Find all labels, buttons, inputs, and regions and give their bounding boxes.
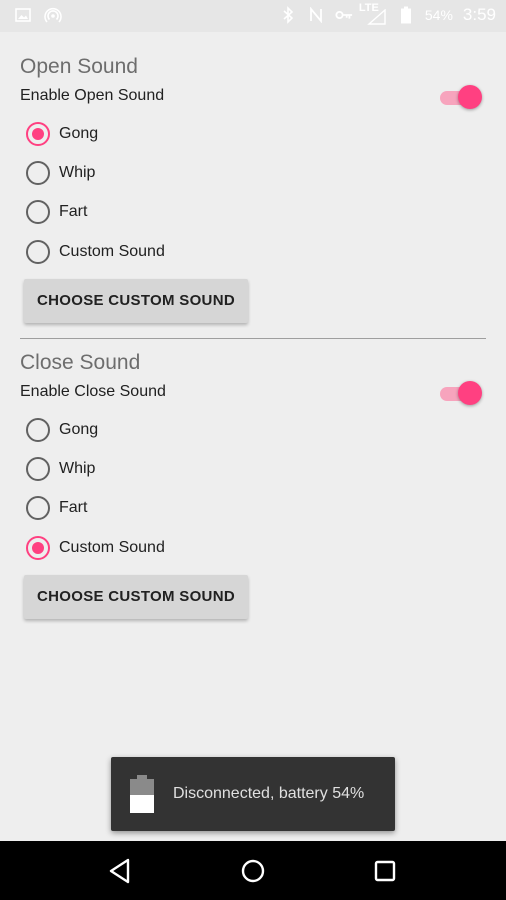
radio-button[interactable]: [26, 496, 50, 520]
radio-label: Fart: [59, 499, 88, 516]
radio-label: Custom Sound: [59, 539, 165, 556]
enable-open-sound-row[interactable]: Enable Open Sound: [0, 83, 506, 113]
back-icon[interactable]: [104, 855, 136, 887]
home-icon[interactable]: [237, 855, 269, 887]
navigation-bar: [0, 841, 506, 900]
open-radio-gong[interactable]: Gong: [26, 120, 98, 148]
close-radio-fart[interactable]: Fart: [26, 494, 87, 522]
enable-close-sound-label: Enable Close Sound: [20, 383, 166, 400]
radio-button-selected[interactable]: [26, 536, 50, 560]
radio-button-selected[interactable]: [26, 122, 50, 146]
radio-button[interactable]: [26, 240, 50, 264]
choose-custom-sound-button-close[interactable]: CHOOSE CUSTOM SOUND: [24, 575, 248, 619]
section-divider: [20, 338, 486, 339]
battery-percent: 54%: [424, 7, 453, 23]
image-icon: [14, 6, 32, 24]
bluetooth-icon: [279, 6, 297, 24]
enable-close-sound-row[interactable]: Enable Close Sound: [0, 379, 506, 409]
enable-open-sound-label: Enable Open Sound: [20, 87, 165, 104]
radio-button[interactable]: [26, 200, 50, 224]
battery-icon: [129, 775, 155, 813]
radio-button[interactable]: [26, 457, 50, 481]
choose-custom-sound-button-open[interactable]: CHOOSE CUSTOM SOUND: [24, 279, 248, 323]
toast-message: Disconnected, battery 54%: [173, 785, 365, 802]
switch-thumb: [458, 381, 482, 405]
signal-icon: LTE: [359, 2, 387, 25]
open-radio-whip[interactable]: Whip: [26, 159, 95, 187]
recents-icon[interactable]: [369, 855, 401, 887]
enable-open-sound-switch[interactable]: [438, 85, 482, 109]
open-radio-fart[interactable]: Fart: [26, 198, 87, 226]
close-radio-whip[interactable]: Whip: [26, 455, 95, 483]
section-title-close-sound: Close Sound: [20, 351, 141, 374]
radio-label: Gong: [59, 125, 99, 142]
radio-label: Gong: [59, 421, 99, 438]
battery-icon: [397, 6, 415, 24]
hotspot-icon: [44, 6, 62, 24]
radio-label: Fart: [59, 203, 88, 220]
nfc-icon: [307, 6, 325, 24]
radio-label: Whip: [59, 460, 96, 477]
enable-close-sound-switch[interactable]: [438, 381, 482, 405]
radio-button[interactable]: [26, 418, 50, 442]
radio-label: Whip: [59, 164, 96, 181]
vpn-key-icon: [335, 6, 353, 24]
close-radio-gong[interactable]: Gong: [26, 416, 98, 444]
open-radio-custom-sound[interactable]: Custom Sound: [26, 238, 165, 266]
clock: 3:59: [462, 5, 496, 24]
radio-label: Custom Sound: [59, 243, 165, 260]
switch-thumb: [458, 85, 482, 109]
toast-notification: Disconnected, battery 54%: [111, 757, 395, 831]
status-bar: LTE 54% 3:59: [0, 0, 506, 32]
radio-button[interactable]: [26, 161, 50, 185]
close-radio-custom-sound[interactable]: Custom Sound: [26, 534, 165, 562]
section-title-open-sound: Open Sound: [20, 55, 138, 78]
